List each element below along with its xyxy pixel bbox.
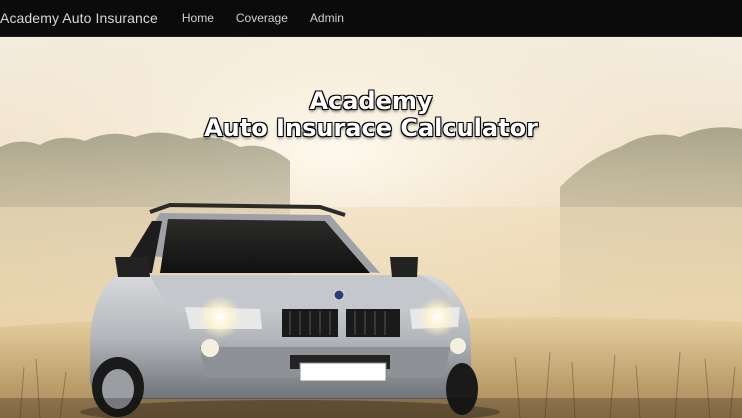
brand-link[interactable]: Academy Auto Insurance (0, 10, 158, 26)
hero-title-line-1: Academy (309, 87, 433, 115)
hero-title: Academy Auto Insurace Calculator (0, 88, 742, 142)
top-navbar: Academy Auto Insurance Home Coverage Adm… (0, 0, 742, 37)
hero-title-line-2: Auto Insurace Calculator (204, 114, 538, 142)
nav-links: Home Coverage Admin (182, 0, 355, 37)
nav-link-home[interactable]: Home (182, 0, 225, 37)
hero-section: Academy Auto Insurace Calculator (0, 37, 742, 418)
nav-link-admin[interactable]: Admin (299, 0, 355, 37)
nav-link-coverage[interactable]: Coverage (225, 0, 299, 37)
